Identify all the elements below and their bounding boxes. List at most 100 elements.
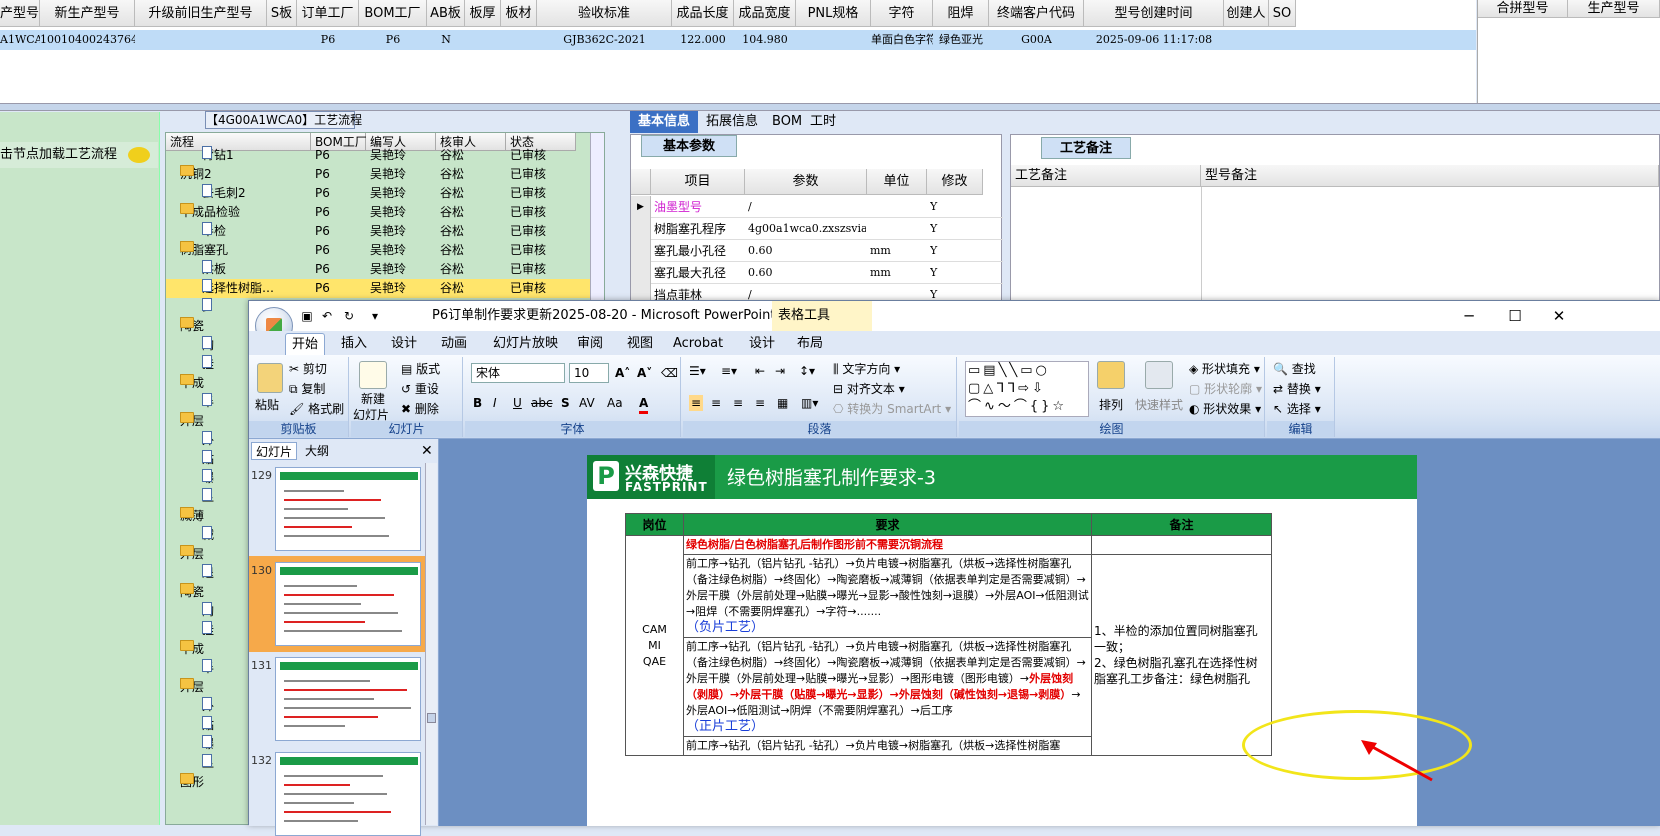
ribbon-tab[interactable]: 布局 [791, 333, 829, 355]
grid-cell[interactable]: 10010400243764 [40, 30, 135, 50]
strikethrough-icon[interactable]: abc [531, 395, 553, 411]
grid-header[interactable]: 板材 [501, 0, 537, 27]
grid-cell[interactable]: P6 [297, 30, 359, 50]
grid-header[interactable]: 订单工厂 [297, 0, 359, 27]
undo-icon[interactable]: ↶ [319, 308, 335, 324]
merge-grid-header[interactable]: 合拼型号 [1478, 0, 1568, 18]
role-cell[interactable]: CAM MI QAE [625, 535, 684, 756]
tree-row[interactable]: 背钻1 P6 吴艳玲 谷松 已审核 [166, 146, 604, 165]
tree-row[interactable]: −半成品检验 P6 吴艳玲 谷松 已审核 [166, 203, 604, 222]
justify-icon[interactable]: ≡ [755, 395, 765, 411]
req-red-cell[interactable]: 绿色树脂/白色树脂塞孔后制作图形前不需要沉铜流程 [683, 535, 1092, 555]
basic-grid-header[interactable]: 单位 [867, 169, 927, 195]
bold-icon[interactable]: B [473, 395, 482, 411]
grid-header[interactable]: 创建人 [1224, 0, 1269, 27]
font-color-icon[interactable]: A [639, 395, 649, 414]
basic-grid-header[interactable]: 修改 [927, 169, 983, 195]
grid-header[interactable]: 成品长度 [672, 0, 734, 27]
clear-format-icon[interactable]: ⌫ [661, 365, 678, 381]
grid-cell[interactable]: G00A [989, 30, 1084, 50]
grid-cell[interactable] [1269, 30, 1296, 50]
text-direction-button[interactable]: ⫼ 文字方向 ▾ [833, 361, 900, 377]
layout-button[interactable]: ▤ 版式 [401, 361, 440, 377]
shrink-font-icon[interactable]: A˅ [637, 365, 652, 381]
tree-row[interactable]: −沉铜2 P6 吴艳玲 谷松 已审核 [166, 165, 604, 184]
req-negative-cell[interactable]: 前工序→钻孔（铝片钻孔 -钻孔）→负片电镀→树脂塞孔（烘板→选择性树脂塞孔（备注… [683, 554, 1092, 638]
pane-scrollbar[interactable] [425, 463, 437, 825]
ribbon-tab[interactable]: 开始 [285, 333, 326, 355]
grid-cell[interactable] [796, 30, 871, 50]
smartart-button[interactable]: ⎔ 转换为 SmartArt ▾ [833, 401, 951, 417]
paste-icon[interactable] [257, 363, 283, 393]
grid-header[interactable]: 型号创建时间 [1084, 0, 1224, 27]
arrange-button[interactable]: 排列 [1099, 397, 1123, 413]
increase-indent-icon[interactable]: ⇥ [775, 363, 785, 379]
bullets-icon[interactable]: ☰▾ [689, 363, 706, 379]
basic-grid-header[interactable]: 参数 [745, 169, 867, 195]
grid-header[interactable]: SO [1269, 0, 1296, 27]
cut-button[interactable]: ✂ 剪切 [289, 361, 327, 377]
grid-header[interactable]: 字符 [871, 0, 933, 27]
horizontal-splitter[interactable] [0, 103, 1660, 111]
tab-outline[interactable]: 大纲 [301, 442, 333, 460]
grid-cell[interactable] [501, 30, 537, 50]
ribbon-tab[interactable]: Acrobat [667, 333, 729, 355]
tree-row[interactable]: 去毛刺2 P6 吴艳玲 谷松 已审核 [166, 184, 604, 203]
grid-cell[interactable] [135, 30, 267, 50]
grid-cell[interactable]: 104.980 [734, 30, 796, 50]
ribbon-tab[interactable]: 视图 [621, 333, 659, 355]
redo-icon[interactable]: ↻ [341, 308, 357, 324]
grid-header[interactable]: BOM工厂 [359, 0, 427, 27]
align-left-icon[interactable]: ≡ [689, 395, 704, 411]
ribbon-tab[interactable]: 设计 [385, 333, 423, 355]
grid-cell[interactable]: GJB362C-2021 [537, 30, 672, 50]
grid-cell[interactable]: 2025-09-06 11:17:08 [1084, 30, 1224, 50]
new-slide-button[interactable]: 新建 [361, 391, 385, 407]
decrease-indent-icon[interactable]: ⇤ [755, 363, 765, 379]
basic-grid-row[interactable]: 塞孔最小孔径 0.60 mm Y [631, 240, 1003, 262]
slide-thumbnail[interactable] [275, 467, 421, 551]
ribbon-tab[interactable]: 审阅 [571, 333, 609, 355]
paste-button[interactable]: 粘贴 [255, 397, 279, 413]
grid-cell[interactable]: 单面白色字符 [871, 30, 933, 50]
underline-icon[interactable]: U [513, 395, 522, 411]
tree-row[interactable]: 烘板 P6 吴艳玲 谷松 已审核 [166, 260, 604, 279]
line-spacing-icon[interactable]: ↕▾ [799, 363, 815, 379]
req-positive-cell[interactable]: 前工序→钻孔（铝片钻孔 -钻孔）→负片电镀→树脂塞孔（烘板→选择性树脂塞孔（备注… [683, 637, 1092, 737]
slide-title[interactable]: 绿色树脂塞孔制作要求-3 [727, 463, 936, 490]
minimize-button[interactable]: ─ [1447, 301, 1491, 331]
basic-grid-header[interactable]: 项目 [651, 169, 745, 195]
info-tab[interactable]: 基本信息 [630, 111, 699, 133]
note-cell[interactable]: 1、半检的添加位置同树脂塞孔一致； 2、绿色树脂孔塞孔在选择性树脂塞孔工步备注：绿… [1091, 554, 1272, 756]
grid-cell[interactable]: 绿色亚光 [933, 30, 989, 50]
quick-styles-button[interactable]: 快速样式 [1135, 397, 1183, 413]
shape-fill-button[interactable]: ◈ 形状填充 ▾ [1189, 361, 1260, 377]
grow-font-icon[interactable]: A˄ [615, 365, 630, 381]
maximize-button[interactable]: ☐ [1493, 301, 1537, 331]
shape-effect-button[interactable]: ◐ 形状效果 ▾ [1189, 401, 1261, 417]
merge-grid-header[interactable]: 生产型号 [1568, 0, 1660, 18]
align-center-icon[interactable]: ≡ [711, 395, 721, 411]
distribute-icon[interactable]: ▦ [777, 395, 788, 411]
numbering-icon[interactable]: ≡▾ [721, 363, 737, 379]
ribbon-tab[interactable]: 设计 [743, 333, 781, 355]
grid-cell[interactable]: P6 [359, 30, 427, 50]
info-tab[interactable]: 拓展信息 [698, 111, 766, 133]
shapes-gallery[interactable]: ▭▤╲╲▭○ ▢△ᒣᒣ⇨⇩ ⌒∿〜⌒{}☆ [965, 361, 1089, 417]
req-third-cell[interactable]: 前工序→钻孔（铝片钻孔 -钻孔）→负片电镀→树脂塞孔（烘板→选择性树脂塞 [683, 736, 1092, 756]
note-cell-empty[interactable] [1091, 535, 1272, 555]
grid-cell[interactable] [1224, 30, 1269, 50]
copy-button[interactable]: ⧉ 复制 [289, 381, 325, 397]
reset-button[interactable]: ↺ 重设 [401, 381, 439, 397]
grid-header[interactable]: 阻焊 [933, 0, 989, 27]
shadow-icon[interactable]: S [561, 395, 570, 411]
grid-header[interactable]: 终端客户代码 [989, 0, 1084, 27]
grid-header[interactable]: 新生产型号 [40, 0, 135, 27]
load-process-hint[interactable]: 击节点加载工艺流程 [0, 142, 158, 168]
arrange-icon[interactable] [1097, 361, 1125, 389]
change-case-icon[interactable]: Aa [607, 395, 623, 411]
font-size-select[interactable]: 10 [569, 363, 609, 383]
grid-cell[interactable]: 122.000 [672, 30, 734, 50]
new-slide-icon[interactable] [359, 361, 387, 389]
columns-icon[interactable]: ▥▾ [801, 395, 818, 411]
